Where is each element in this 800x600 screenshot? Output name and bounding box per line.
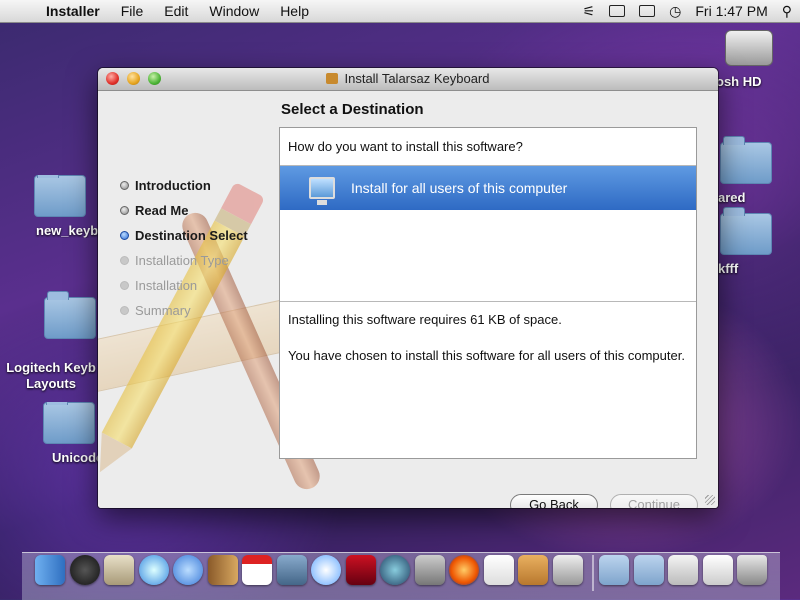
downloads-icon[interactable] [668, 555, 698, 585]
desktop-icon-kfff[interactable]: kfff [718, 207, 800, 276]
desktop-icon-label: kfff [718, 261, 739, 276]
minimize-button[interactable] [127, 72, 140, 85]
folder-icon [43, 402, 95, 444]
menu-file[interactable]: File [121, 3, 144, 19]
install-question: How do you want to install this software… [280, 128, 696, 166]
step-introduction: Introduction [120, 173, 248, 198]
step-bullet-icon [120, 206, 129, 215]
menu-window[interactable]: Window [209, 3, 259, 19]
continue-button[interactable]: Continue [610, 494, 698, 508]
package-icon [326, 73, 339, 84]
desktop-icon-unicode[interactable]: Unicode [40, 402, 98, 465]
step-bullet-icon [120, 181, 129, 190]
keyboard-viewer-icon[interactable] [639, 5, 656, 17]
step-label: Installation Type [135, 253, 229, 268]
install-option-list[interactable]: Install for all users of this computer [280, 166, 696, 302]
menu-extras: ⚟ ◷ Fri 1:47 PM ⚲ [569, 0, 792, 22]
hard-drive-icon [725, 30, 773, 66]
window-body: Select a Destination Introduction Read M… [98, 91, 718, 508]
step-bullet-icon [120, 281, 129, 290]
installer-icon[interactable] [518, 555, 548, 585]
disk-utility-icon[interactable] [552, 555, 583, 585]
step-label: Read Me [135, 203, 189, 218]
step-bullet-icon [120, 306, 129, 315]
ichat-icon[interactable] [173, 555, 203, 585]
option-label: Install for all users of this computer [351, 180, 568, 196]
finder-icon[interactable] [35, 555, 65, 585]
folder-icon [720, 207, 772, 255]
choice-summary-text: You have chosen to install this software… [288, 348, 685, 363]
menu-app-installer[interactable]: Installer [46, 3, 100, 19]
mail-icon[interactable] [104, 555, 134, 585]
textedit-icon[interactable] [483, 555, 514, 585]
install-info: Installing this software requires 61 KB … [280, 302, 696, 392]
desktop-icon-label: Unicode [52, 450, 98, 465]
window-title: Install Talarsaz Keyboard [344, 71, 490, 86]
dock-separator [592, 555, 594, 591]
computer-icon [309, 177, 335, 205]
step-installation-type: Installation Type [120, 248, 248, 273]
folder-icon [720, 136, 772, 184]
installer-steps: Introduction Read Me Destination Select … [120, 173, 248, 323]
desktop-icon-new-keyb[interactable]: new_keyb [22, 175, 98, 238]
option-all-users[interactable]: Install for all users of this computer [280, 166, 696, 210]
photo-booth-icon[interactable] [345, 555, 376, 585]
dashboard-icon[interactable] [69, 555, 100, 585]
installer-window: Install Talarsaz Keyboard Select a Desti… [98, 68, 718, 508]
spotlight-search-icon[interactable]: ⚲ [782, 3, 792, 20]
close-button[interactable] [106, 72, 119, 85]
step-read-me: Read Me [120, 198, 248, 223]
menu-clock[interactable]: Fri 1:47 PM [695, 3, 767, 19]
destination-panel: How do you want to install this software… [279, 127, 697, 459]
zoom-button[interactable] [148, 72, 161, 85]
folder-icon [34, 175, 86, 217]
firefox-icon[interactable] [449, 555, 479, 585]
folder-icon [44, 291, 96, 339]
dock-icons [35, 555, 772, 591]
wifi-activity-icon[interactable]: ⚟ [583, 3, 596, 20]
trash-icon[interactable] [737, 555, 767, 585]
step-bullet-icon [120, 231, 129, 240]
display-icon[interactable] [609, 5, 626, 17]
time-machine-icon[interactable] [380, 555, 410, 585]
time-machine-menu-icon[interactable]: ◷ [669, 3, 681, 20]
space-required-text: Installing this software requires 61 KB … [288, 312, 562, 327]
resize-grip[interactable] [705, 495, 715, 505]
iphoto-icon[interactable] [276, 555, 307, 585]
desktop-icon-label: Logitech Keyb Layouts [6, 360, 96, 391]
preview-icon[interactable] [702, 555, 733, 585]
menu-edit[interactable]: Edit [164, 3, 188, 19]
address-book-icon[interactable] [207, 555, 238, 585]
desktop-icon-logitech[interactable]: Logitech Keyb Layouts [4, 282, 98, 407]
step-installation: Installation [120, 273, 248, 298]
system-preferences-icon[interactable] [414, 555, 445, 585]
menu-bar: Installer File Edit Window Help ⚟ ◷ Fri … [0, 0, 800, 23]
step-bullet-icon [120, 256, 129, 265]
step-label: Destination Select [135, 228, 248, 243]
step-summary: Summary [120, 298, 248, 323]
applications-folder-icon[interactable] [599, 555, 629, 585]
documents-folder-icon[interactable] [633, 555, 664, 585]
ical-icon[interactable] [242, 555, 272, 585]
desktop-icon-ared[interactable]: ared [718, 136, 800, 205]
step-destination-select: Destination Select [120, 223, 248, 248]
itunes-icon[interactable] [311, 555, 341, 585]
step-label: Introduction [135, 178, 211, 193]
window-titlebar[interactable]: Install Talarsaz Keyboard [98, 68, 718, 91]
go-back-button[interactable]: Go Back [510, 494, 598, 508]
menu-help[interactable]: Help [280, 3, 309, 19]
desktop-icon-label: new_keyb [36, 223, 98, 238]
step-label: Installation [135, 278, 198, 293]
safari-icon[interactable] [138, 555, 169, 585]
step-label: Summary [135, 303, 191, 318]
desktop-icon-label: ared [718, 190, 746, 205]
page-title: Select a Destination [281, 101, 424, 118]
